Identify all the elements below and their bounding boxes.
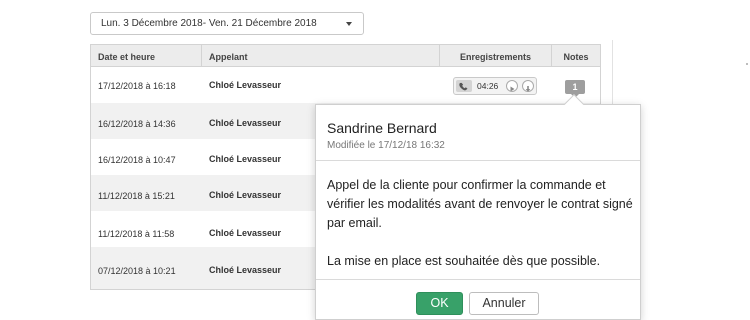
play-icon[interactable] xyxy=(506,80,518,92)
call-date: 16/12/2018 à 10:47 xyxy=(98,155,176,165)
note-modified-date: Modifiée le 17/12/18 16:32 xyxy=(327,140,445,151)
phone-icon[interactable] xyxy=(456,80,472,92)
caller-name[interactable]: Chloé Levasseur xyxy=(209,190,281,200)
popover-divider xyxy=(316,160,640,161)
chevron-down-icon xyxy=(346,22,352,26)
note-popover: Sandrine Bernard Modifiée le 17/12/18 16… xyxy=(315,94,641,320)
note-count: 1 xyxy=(572,82,578,92)
table-header: Date et heure Appelant Enregistrements N… xyxy=(91,45,600,67)
caller-name[interactable]: Chloé Levasseur xyxy=(209,80,281,90)
download-icon[interactable] xyxy=(522,80,534,92)
popover-divider xyxy=(316,279,640,280)
column-header-caller[interactable]: Appelant xyxy=(201,45,439,67)
call-date: 17/12/2018 à 16:18 xyxy=(98,81,176,91)
note-paragraph: Appel de la cliente pour confirmer la co… xyxy=(327,178,633,230)
note-author: Sandrine Bernard xyxy=(327,120,437,136)
caller-name[interactable]: Chloé Levasseur xyxy=(209,154,281,164)
ok-button[interactable]: OK xyxy=(416,292,463,315)
note-paragraph: La mise en place est souhaitée dès que p… xyxy=(327,254,601,268)
note-badge[interactable]: 1 xyxy=(565,80,585,98)
caller-name[interactable]: Chloé Levasseur xyxy=(209,265,281,275)
cancel-button[interactable]: Annuler xyxy=(469,292,539,315)
column-header-recordings[interactable]: Enregistrements xyxy=(439,45,551,67)
date-range-value: Lun. 3 Décembre 2018- Ven. 21 Décembre 2… xyxy=(101,18,317,29)
column-header-date[interactable]: Date et heure xyxy=(98,45,155,67)
caller-name[interactable]: Chloé Levasseur xyxy=(209,118,281,128)
call-date: 11/12/2018 à 11:58 xyxy=(98,229,175,239)
recording-player[interactable]: 04:26 xyxy=(453,77,537,95)
recording-duration: 04:26 xyxy=(477,81,499,91)
caller-name[interactable]: Chloé Levasseur xyxy=(209,228,281,238)
column-header-notes[interactable]: Notes xyxy=(551,45,600,67)
call-date: 16/12/2018 à 14:36 xyxy=(98,119,176,129)
call-date: 11/12/2018 à 15:21 xyxy=(98,191,175,201)
note-content: Appel de la cliente pour confirmer la co… xyxy=(327,176,637,271)
scroll-marker xyxy=(746,63,748,65)
call-date: 07/12/2018 à 10:21 xyxy=(98,266,176,276)
date-range-select[interactable]: Lun. 3 Décembre 2018- Ven. 21 Décembre 2… xyxy=(90,12,364,35)
